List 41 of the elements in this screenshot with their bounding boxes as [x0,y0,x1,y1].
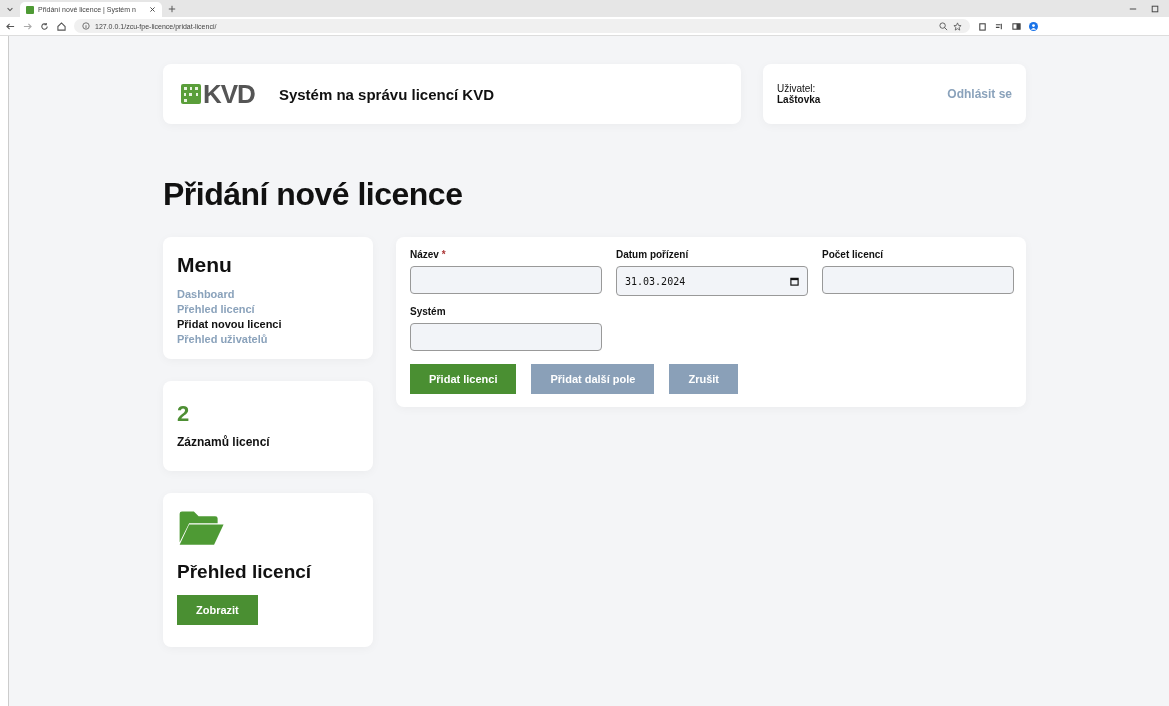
favicon-icon [26,5,34,14]
reload-icon[interactable] [40,21,49,31]
page-title: Přidání nové licence [163,176,464,213]
date-field[interactable]: 31.03.2024 [616,266,808,296]
add-license-button[interactable]: Přidat licenci [410,364,517,394]
logo-icon [181,84,201,104]
menu-item[interactable]: Přehled licencí [177,303,359,315]
field-label: Počet licencí [822,249,885,260]
user-name: Laštovka [777,94,821,105]
home-icon[interactable] [57,21,66,31]
menu-item[interactable]: Přidat novou licenci [177,318,359,330]
add-field-button[interactable]: Přidat další pole [531,364,655,394]
maximize-icon[interactable] [1151,4,1159,13]
overview-title: Přehled licencí [177,561,312,583]
logo-text: KVD [203,78,255,110]
field-label: Datum pořízení [616,249,690,260]
field-label: Název * [410,249,447,260]
menu-title: Menu [177,253,233,277]
profile-avatar-icon[interactable] [1029,21,1038,31]
user-label: Uživatel: [777,83,817,94]
field-label: Systém [410,306,447,317]
info-icon[interactable] [82,22,90,30]
side-panel-icon[interactable] [1012,21,1021,31]
cancel-button[interactable]: Zrušit [669,364,738,394]
app-title: Systém na správu licencí KVD [278,85,494,103]
back-icon[interactable] [6,21,15,31]
calendar-icon[interactable] [790,276,799,286]
show-button[interactable]: Zobrazit [177,595,258,625]
input-field[interactable] [822,266,1014,294]
zoom-icon[interactable] [939,21,948,31]
menu-item[interactable]: Přehled uživatelů [177,333,359,345]
menu-item[interactable]: Dashboard [177,288,359,300]
record-count: 2 [177,401,191,427]
input-field[interactable] [410,266,602,294]
close-icon[interactable] [149,6,156,13]
plus-icon[interactable] [168,4,176,13]
star-icon[interactable] [953,21,962,31]
folder-icon [177,509,225,547]
record-label: Záznamů licencí [177,435,271,449]
input-field[interactable] [410,323,602,351]
logout-link[interactable]: Odhlásit se [947,87,1012,101]
